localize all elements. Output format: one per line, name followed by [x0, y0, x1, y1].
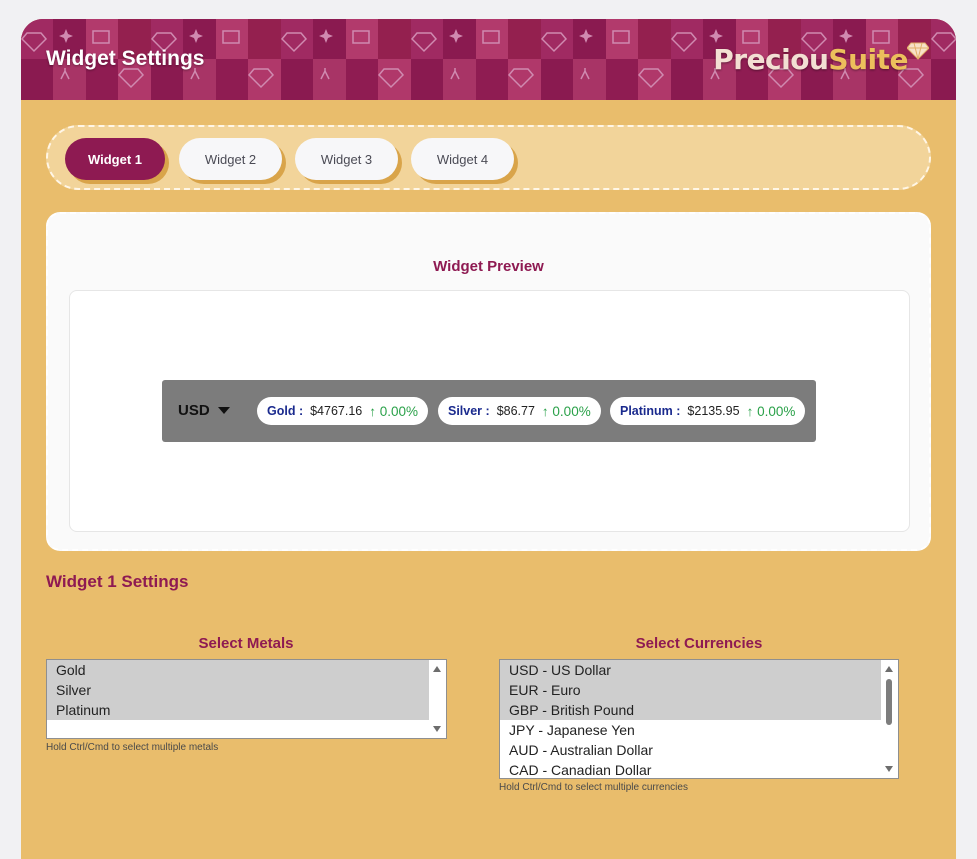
currency-option-gbp[interactable]: GBP - British Pound	[500, 700, 898, 720]
metal-name: Platinum :	[620, 404, 681, 418]
metals-hint: Hold Ctrl/Cmd to select multiple metals	[46, 742, 219, 753]
scroll-down-icon[interactable]	[885, 766, 893, 772]
tab-widget-2[interactable]: Widget 2	[179, 138, 282, 180]
tab-widget-1[interactable]: Widget 1	[65, 138, 165, 180]
currencies-label: Select Currencies	[635, 635, 763, 652]
widget-preview-panel: Widget Preview USD Gold : $4767.16 ↑ 0.0…	[46, 212, 931, 551]
widget-tab-bar: Widget 1 Widget 2 Widget 3 Widget 4	[46, 125, 931, 190]
brand-logo: PreciouSuite	[713, 43, 908, 76]
currency-dropdown[interactable]: USD	[178, 402, 230, 419]
brand-name-part1: Preciou	[713, 43, 829, 76]
app-window: Widget Settings PreciouSuite Widget 1 Wi…	[21, 19, 956, 859]
header-banner: Widget Settings PreciouSuite	[21, 19, 956, 100]
brand-name-part2: Suite	[828, 43, 908, 76]
currency-option-usd[interactable]: USD - US Dollar	[500, 660, 898, 680]
preview-title: Widget Preview	[433, 258, 544, 275]
scroll-up-icon[interactable]	[885, 666, 893, 672]
metal-option-silver[interactable]: Silver	[47, 680, 446, 700]
tab-widget-3[interactable]: Widget 3	[295, 138, 398, 180]
currency-value: USD	[178, 402, 210, 419]
settings-title: Widget 1 Settings	[46, 572, 189, 591]
price-change: ↑ 0.00%	[369, 403, 419, 419]
price-pill-platinum: Platinum : $2135.95 ↑ 0.00%	[610, 397, 806, 425]
metals-scrollbar[interactable]	[429, 660, 446, 738]
scroll-thumb[interactable]	[886, 679, 892, 725]
metal-price: $86.77	[496, 404, 535, 418]
metal-name: Silver :	[448, 404, 490, 418]
preview-canvas: USD Gold : $4767.16 ↑ 0.00% Silver : $86…	[69, 290, 910, 532]
price-pill-gold: Gold : $4767.16 ↑ 0.00%	[257, 397, 429, 425]
metals-select[interactable]: Gold Silver Platinum	[46, 659, 447, 739]
scroll-up-icon[interactable]	[433, 666, 441, 672]
currency-option-jpy[interactable]: JPY - Japanese Yen	[500, 720, 898, 740]
currencies-scrollbar[interactable]	[881, 660, 898, 778]
metal-option-platinum[interactable]: Platinum	[47, 700, 446, 720]
scroll-down-icon[interactable]	[433, 726, 441, 732]
price-pill-silver: Silver : $86.77 ↑ 0.00%	[438, 397, 601, 425]
currency-option-aud[interactable]: AUD - Australian Dollar	[500, 740, 898, 760]
price-change: ↑ 0.00%	[541, 403, 591, 419]
currency-option-cad[interactable]: CAD - Canadian Dollar	[500, 760, 898, 778]
metal-name: Gold :	[267, 404, 304, 418]
price-change: ↑ 0.00%	[746, 403, 796, 419]
price-ticker-widget: USD Gold : $4767.16 ↑ 0.00% Silver : $86…	[162, 380, 816, 442]
metal-option-gold[interactable]: Gold	[47, 660, 446, 680]
metals-label: Select Metals	[198, 635, 294, 652]
currency-option-eur[interactable]: EUR - Euro	[500, 680, 898, 700]
currencies-select[interactable]: USD - US Dollar EUR - Euro GBP - British…	[499, 659, 899, 779]
metal-price: $2135.95	[687, 404, 740, 418]
currencies-hint: Hold Ctrl/Cmd to select multiple currenc…	[499, 782, 688, 793]
caret-down-icon	[217, 407, 230, 414]
tab-widget-4[interactable]: Widget 4	[411, 138, 514, 180]
diamond-icon	[907, 42, 929, 60]
page-title: Widget Settings	[46, 47, 205, 70]
metal-price: $4767.16	[310, 404, 363, 418]
